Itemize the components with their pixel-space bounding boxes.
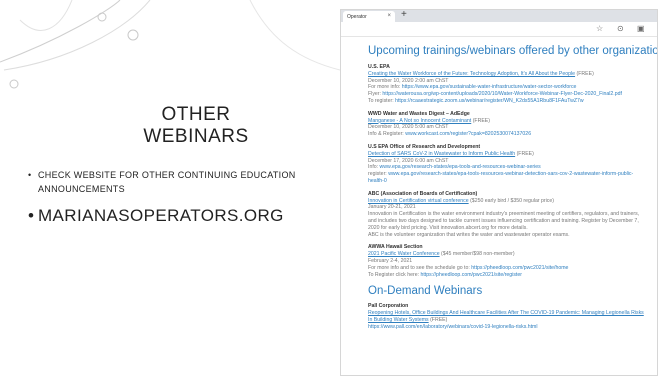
line-text: December 10, 2020 5:00 am ChST xyxy=(368,124,449,131)
list-item: U.S. EPA Creating the Water Workforce of … xyxy=(368,64,649,105)
line-text: register: xyxy=(368,171,389,178)
line-suffix: (FREE) xyxy=(471,117,490,124)
close-tab-icon[interactable]: × xyxy=(387,13,391,19)
link-text[interactable]: 2021 Pacific Water Conference xyxy=(368,251,440,257)
ondemand-heading: On-Demand Webinars xyxy=(368,285,483,298)
url-link[interactable]: https://www.pall.com/en/laboratory/webin… xyxy=(368,324,538,330)
entry-line: Flyer: https://waterousa.org/wp-content/… xyxy=(368,91,649,98)
line-suffix: (FREE) xyxy=(428,316,448,323)
line-text: December 10, 2020 2:00 am ChST xyxy=(368,77,449,84)
url-link[interactable]: https://www.epa.gov/sustainable-water-in… xyxy=(402,84,577,90)
url-link[interactable]: https://pheedloop.com/pwc2021/site/home xyxy=(471,265,568,271)
entry-line: For more info: https://www.epa.gov/susta… xyxy=(368,84,649,91)
list-item: Pall Corporation Reopening Hotels, Office… xyxy=(368,303,649,330)
link-text[interactable]: Detection of SARS CoV-2 in Wastewater to… xyxy=(368,151,515,157)
list-item: WWD Water and Wastes Digest – AdEdge Mang… xyxy=(368,111,649,138)
browser-toolbar: ☆ ⊙ ▣ xyxy=(341,22,657,37)
menu-icon[interactable]: ▣ xyxy=(637,24,645,33)
entry-line: December 10, 2020 2:00 am ChST xyxy=(368,78,649,85)
entry-line: Innovation in Certification is the water… xyxy=(368,211,649,231)
line-text: Info: xyxy=(368,164,380,171)
ondemand-list: Pall Corporation Reopening Hotels, Office… xyxy=(368,303,649,330)
slide-bullets: CHECK WEBSITE FOR OTHER CONTINUING EDUCA… xyxy=(28,168,328,227)
line-text: To Register click here: xyxy=(368,271,421,278)
entry-line: For more info and to see the schedule go… xyxy=(368,265,649,272)
line-text: For more info and to see the schedule go… xyxy=(368,264,472,271)
list-item: AWWA Hawaii Section 2021 Pacific Water Co… xyxy=(368,244,649,278)
star-icon[interactable]: ☆ xyxy=(596,24,603,33)
url-link[interactable]: https://pheedloop.com/pwc2021/site/regis… xyxy=(420,272,522,278)
tab-bar: Operator × + xyxy=(341,10,657,22)
entry-line: Info: www.epa.gov/research-states/epa-to… xyxy=(368,164,649,171)
entry-line: January 20-21, 2021 xyxy=(368,204,649,211)
new-tab-button[interactable]: + xyxy=(401,10,407,20)
line-suffix: ($250 early bird / $350 regular price) xyxy=(468,197,554,204)
line-text: Flyer: xyxy=(368,91,383,98)
line-suffix: (FREE) xyxy=(515,150,534,157)
entry-title-link[interactable]: Manganese - A Not so Innocent Contaminan… xyxy=(368,118,649,125)
entry-line: December 17, 2020 6:00 am ChST xyxy=(368,158,649,165)
line-text: January 20-21, 2021 xyxy=(368,204,416,211)
webpage-content: Upcoming trainings/webinars offered by o… xyxy=(341,37,657,331)
entry-organization: AWWA Hawaii Section xyxy=(368,244,423,251)
entry-line: February 2-4, 2021 xyxy=(368,258,649,265)
entry-line: ABC is the volunteer organization that w… xyxy=(368,232,649,239)
link-text[interactable]: Manganese - A Not so Innocent Contaminan… xyxy=(368,118,471,124)
entry-line: Info & Register: www.workcast.com/regist… xyxy=(368,131,649,138)
slide-decoration-arcs xyxy=(0,0,340,89)
list-item: ABC (Association of Boards of Certificat… xyxy=(368,191,649,239)
link-text[interactable]: Reopening Hotels, Office Buildings And H… xyxy=(368,310,644,323)
line-text: ABC is the volunteer organization that w… xyxy=(368,231,570,238)
entry-title-link[interactable]: Innovation in Certification virtual conf… xyxy=(368,198,649,205)
tab-label: Operator xyxy=(347,14,367,20)
browser-tab[interactable]: Operator × xyxy=(343,11,395,22)
slide-title: OTHER WEBINARS xyxy=(143,104,249,147)
browser-window: Operator × + ☆ ⊙ ▣ Upcoming trainings/we… xyxy=(340,9,658,376)
entry-line: https://www.pall.com/en/laboratory/webin… xyxy=(368,324,649,331)
list-item: U.S EPA Office of Research and Developme… xyxy=(368,144,649,185)
entry-title-link[interactable]: 2021 Pacific Water Conference ($45 membe… xyxy=(368,251,649,258)
line-text: Innovation in Certification is the water… xyxy=(368,211,640,231)
entry-organization: Pall Corporation xyxy=(368,303,409,310)
entry-organization: ABC (Association of Boards of Certificat… xyxy=(368,190,478,197)
line-text: Info & Register: xyxy=(368,131,406,138)
entry-title-link[interactable]: Detection of SARS CoV-2 in Wastewater to… xyxy=(368,151,649,158)
entry-line: December 10, 2020 5:00 am ChST xyxy=(368,124,649,131)
entry-title-link[interactable]: Reopening Hotels, Office Buildings And H… xyxy=(368,310,649,324)
entries-list: U.S. EPA Creating the Water Workforce of … xyxy=(368,64,649,278)
url-link[interactable]: www.epa.gov/research-states/epa-tools-an… xyxy=(380,164,541,170)
url-link[interactable]: www.epa.gov/research-states/epa-tools-re… xyxy=(368,171,633,184)
bullet-website-link[interactable]: MARIANASOPERATORS.ORG xyxy=(28,205,328,227)
entry-organization: U.S EPA Office of Research and Developme… xyxy=(368,143,481,150)
line-suffix: (FREE) xyxy=(575,70,594,77)
url-link[interactable]: https://rcaaestrategic.zoom.us/webinar/r… xyxy=(395,98,584,104)
url-link[interactable]: www.workcast.com/register?cpak=820253007… xyxy=(405,131,531,137)
line-text: February 2-4, 2021 xyxy=(368,257,413,264)
page-heading: Upcoming trainings/webinars offered by o… xyxy=(368,45,658,57)
entry-line: To register: https://rcaaestrategic.zoom… xyxy=(368,98,649,105)
line-text: For more info: xyxy=(368,84,402,91)
link-text[interactable]: Creating the Water Workforce of the Futu… xyxy=(368,71,575,77)
entry-title-link[interactable]: Creating the Water Workforce of the Futu… xyxy=(368,71,649,78)
line-text: To register: xyxy=(368,97,396,104)
entry-line: To Register click here: https://pheedloo… xyxy=(368,272,649,279)
bullet-check-website: CHECK WEBSITE FOR OTHER CONTINUING EDUCA… xyxy=(28,168,328,196)
entry-organization: WWD Water and Wastes Digest – AdEdge xyxy=(368,110,470,117)
url-link[interactable]: https://waterousa.org/wp-content/uploads… xyxy=(382,91,622,97)
profile-icon[interactable]: ⊙ xyxy=(617,24,624,33)
line-suffix: ($45 member/$98 non-member) xyxy=(439,251,515,258)
entry-line: register: www.epa.gov/research-states/ep… xyxy=(368,171,649,185)
line-text: December 17, 2020 6:00 am ChST xyxy=(368,157,449,164)
entry-organization: U.S. EPA xyxy=(368,64,390,70)
link-text[interactable]: Innovation in Certification virtual conf… xyxy=(368,198,469,204)
